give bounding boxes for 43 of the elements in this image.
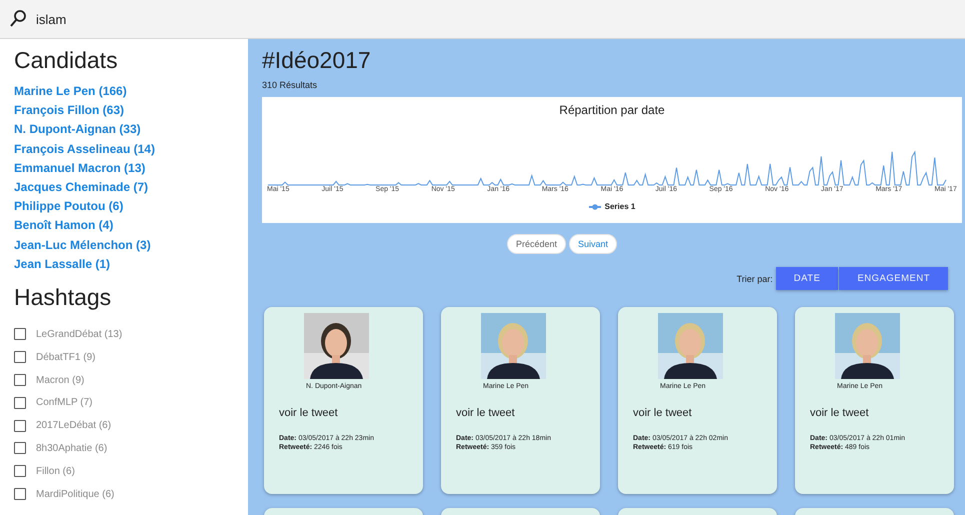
checkbox[interactable] [14,328,26,340]
sort-label: Trier par: [736,274,773,284]
legend-label: Series 1 [604,202,636,211]
candidate-link[interactable]: Emmanuel Macron (13) [14,158,146,178]
candidate-link[interactable]: Jacques Cheminade (7) [14,178,148,198]
results-count: 310 Résultats [262,80,318,90]
tweet-link[interactable]: voir le tweet [456,407,515,419]
section-title: Hashtags [14,284,112,312]
checkbox[interactable] [14,465,26,478]
candidate-link[interactable]: François Fillon (63) [14,101,124,120]
tweet-link[interactable]: voir le tweet [279,407,338,419]
hashtag-label: ConfMLP (7) [36,397,93,408]
chart-title: Répartition par date [559,103,665,117]
checkbox[interactable] [14,396,26,409]
candidate-link[interactable]: Jean Lassalle (1) [14,254,110,274]
tweet-link[interactable]: voir le tweet [810,407,869,419]
legend-icon [588,204,601,210]
search-icon [10,10,26,28]
sort-button[interactable]: ENGAGEMENT [839,267,948,290]
checkbox[interactable] [14,420,26,432]
checkbox[interactable] [14,374,26,386]
hashtag-label: 2017LeDébat (6) [36,420,112,432]
candidate-link[interactable]: N. Dupont-Aignan (33) [14,120,141,140]
section-title: Candidats [14,47,119,74]
candidate-link[interactable]: Benoît Hamon (4) [14,216,114,236]
search-field[interactable]: islam [36,12,236,26]
candidate-link[interactable]: Jean-Luc Mélenchon (3) [14,236,151,255]
page-button[interactable]: Suivant [569,234,618,254]
checkbox[interactable] [14,488,26,500]
candidate-link[interactable]: François Asselineau (14) [14,140,155,159]
checkbox[interactable] [14,442,26,454]
hashtag-label: Fillon (6) [36,466,75,477]
hashtag-label: LeGrandDébat (13) [36,328,122,340]
hashtag-label: Macron (9) [36,374,84,386]
candidate-link[interactable]: Marine Le Pen (166) [14,82,127,102]
hashtag-label: DébatTF1 (9) [36,352,96,363]
hashtag-label: 8h30Aphatie (6) [36,442,108,454]
hashtag-label: MardiPolitique (6) [36,488,114,500]
checkbox[interactable] [14,351,26,364]
tweet-link[interactable]: voir le tweet [633,407,692,419]
sort-button[interactable]: DATE [776,267,838,290]
page-title: #Idéo2017 [262,47,372,74]
candidate-link[interactable]: Philippe Poutou (6) [14,197,124,216]
